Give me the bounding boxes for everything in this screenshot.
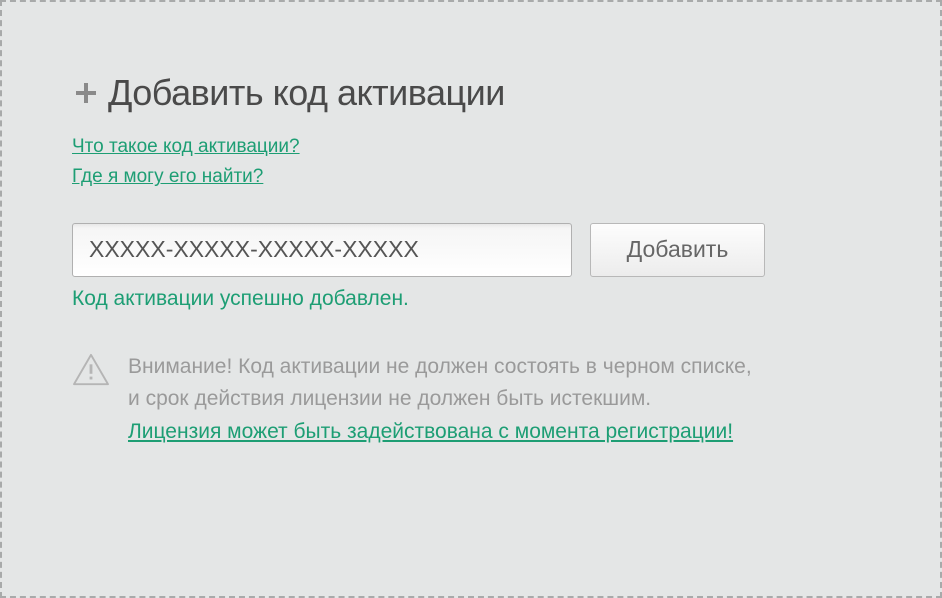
add-button[interactable]: Добавить (590, 223, 765, 277)
page-title: Добавить код активации (108, 72, 505, 114)
warning-row: Внимание! Код активации не должен состоя… (72, 351, 870, 449)
plus-icon (72, 79, 100, 107)
content-area: Добавить код активации Что такое код акт… (2, 2, 940, 488)
warning-text: Внимание! Код активации не должен состоя… (128, 351, 870, 449)
help-links: Что такое код активации? Где я могу его … (72, 132, 870, 193)
warning-license-link[interactable]: Лицензия может быть задействована с моме… (128, 416, 870, 449)
warning-line-2: и срок действия лицензии не должен быть … (128, 383, 870, 416)
warning-icon (72, 353, 110, 392)
success-message: Код активации успешно добавлен. (72, 287, 870, 311)
help-link-where-find[interactable]: Где я могу его найти? (72, 162, 870, 192)
title-row: Добавить код активации (72, 72, 870, 114)
panel-container: Добавить код активации Что такое код акт… (0, 0, 942, 598)
activation-code-input[interactable] (72, 223, 572, 277)
input-row: Добавить (72, 223, 870, 277)
help-link-what-is-code[interactable]: Что такое код активации? (72, 132, 870, 162)
warning-line-1: Внимание! Код активации не должен состоя… (128, 351, 870, 384)
